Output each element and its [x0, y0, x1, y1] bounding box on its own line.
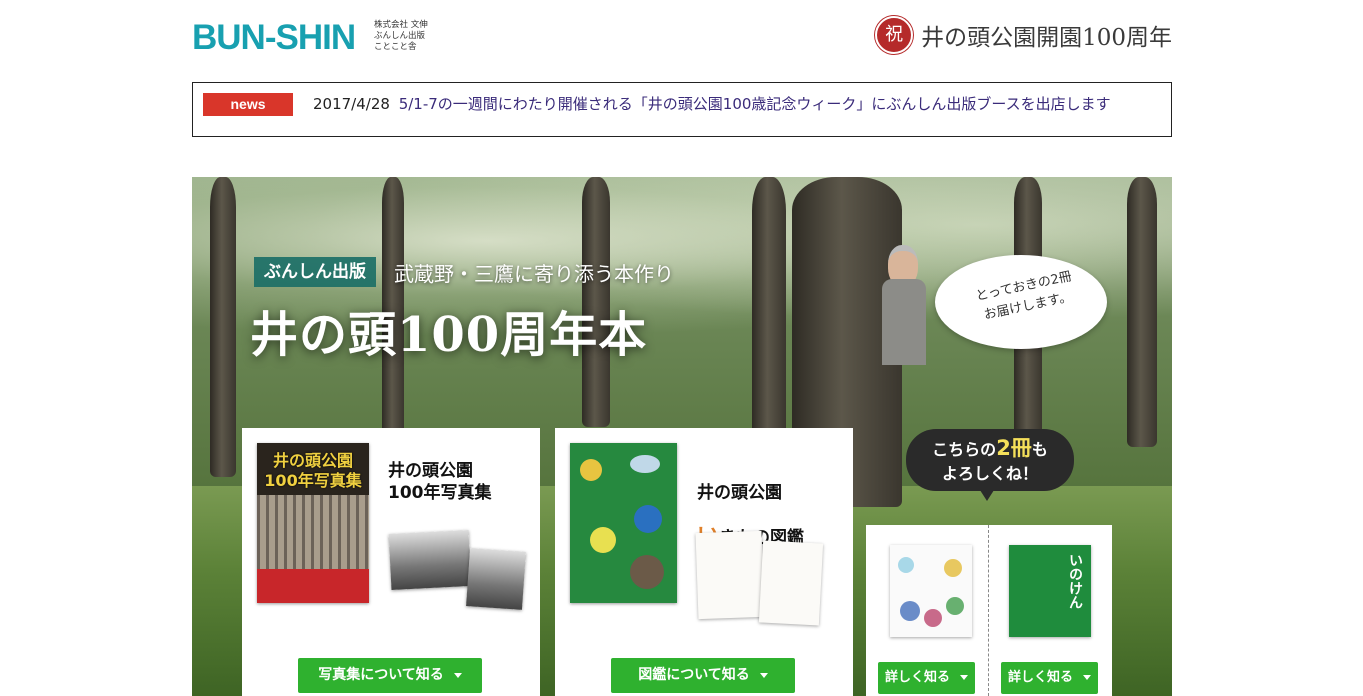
promo-bubble-text: こちらの2冊も よろしくね！ — [906, 436, 1074, 486]
caret-down-icon — [759, 672, 768, 678]
cover-illustration — [900, 601, 920, 621]
photo-book-cover[interactable]: 井の頭公園 100年写真集 — [257, 443, 369, 603]
sample-pages — [695, 530, 765, 620]
watercolor-book-details-button[interactable]: 詳しく知る — [878, 662, 975, 694]
site-logo[interactable]: BUN-SHIN — [192, 18, 356, 58]
news-badge: news — [203, 93, 293, 116]
photo-book-cover-title: 井の頭公園 100年写真集 — [264, 451, 362, 490]
cover-illustration — [944, 559, 962, 577]
promo-text-post: も — [1031, 440, 1048, 459]
details-button-label: 詳しく知る — [884, 670, 950, 685]
cover-illustration — [590, 527, 616, 553]
promo-bubble-tail — [978, 487, 996, 501]
watercolor-book-cover[interactable] — [890, 545, 972, 637]
caret-down-icon — [453, 672, 462, 678]
cover-illustration — [946, 597, 964, 615]
promo-text-line2: よろしくね！ — [941, 464, 1038, 483]
book-card-small: いのけん 詳しく知る 詳しく知る — [866, 525, 1112, 696]
sample-pages — [758, 540, 824, 626]
hero-title: 井の頭100周年本 — [250, 307, 648, 363]
hero-tagline: ぶんしん出版 武蔵野・三鷹に寄り添う本作り — [254, 257, 674, 287]
book-card-guide: 井の頭公園 いきもの図鑑 図鑑について知る — [555, 428, 853, 696]
sample-photo — [388, 529, 472, 591]
site-header: BUN-SHIN 株式会社 文伸 ぶんしん出版 ことこと舎 祝 井の頭公園開園1… — [192, 14, 1172, 64]
person-body — [882, 279, 926, 365]
cover-illustration — [580, 459, 602, 481]
cover-illustration — [630, 555, 664, 589]
inoken-book-cover[interactable]: いのけん — [1009, 545, 1091, 637]
cover-illustration — [634, 505, 662, 533]
photo-book-title: 井の頭公園 100年写真集 — [388, 461, 492, 503]
hero-banner: ぶんしん出版 武蔵野・三鷹に寄り添う本作り 井の頭100周年本 とっておきの2冊… — [192, 177, 1172, 696]
caret-down-icon — [960, 675, 968, 680]
news-date: 2017/4/28 — [313, 95, 390, 113]
photo-book-button[interactable]: 写真集について知る — [298, 658, 482, 693]
centennial-title: 井の頭公園開園100周年 — [921, 25, 1172, 51]
guide-book-button-label: 図鑑について知る — [638, 667, 750, 683]
publisher-badge: ぶんしん出版 — [254, 257, 376, 287]
speech-bubble-text: とっておきの2冊 お届けします。 — [974, 269, 1074, 323]
guide-book-cover[interactable] — [570, 443, 677, 603]
cover-photo — [257, 495, 369, 570]
tree-trunk — [1127, 177, 1157, 447]
news-link[interactable]: 5/1-7の一週間にわたり開催される「井の頭公園100歳記念ウィーク」にぶんしん… — [399, 95, 1111, 113]
inoken-book-details-button[interactable]: 詳しく知る — [1001, 662, 1098, 694]
person-figure — [882, 245, 926, 365]
promo-text-pre: こちらの — [932, 440, 997, 459]
celebration-seal-icon: 祝 — [875, 16, 914, 54]
sample-photo — [466, 548, 526, 610]
news-box: news 2017/4/28 5/1-7の一週間にわたり開催される「井の頭公園1… — [192, 82, 1172, 137]
dashed-divider — [988, 525, 989, 696]
caret-down-icon — [1083, 675, 1091, 680]
cover-illustration — [630, 455, 660, 473]
promo-bubble: こちらの2冊も よろしくね！ — [906, 429, 1074, 491]
speech-bubble: とっておきの2冊 お届けします。 — [935, 255, 1107, 349]
centennial-banner: 祝 井の頭公園開園100周年 — [875, 15, 1172, 55]
details-button-label: 詳しく知る — [1007, 670, 1073, 685]
book-card-photo: 井の頭公園 100年写真集 井の頭公園 100年写真集 写真集について知る — [242, 428, 540, 696]
company-names: 株式会社 文伸 ぶんしん出版 ことこと舎 — [374, 20, 428, 52]
guide-title-line1: 井の頭公園 — [697, 483, 782, 503]
cover-band — [257, 569, 369, 603]
news-item: 2017/4/28 5/1-7の一週間にわたり開催される「井の頭公園100歳記念… — [313, 94, 1111, 114]
guide-book-button[interactable]: 図鑑について知る — [611, 658, 795, 693]
tagline-text: 武蔵野・三鷹に寄り添う本作り — [394, 261, 674, 286]
cover-illustration — [924, 609, 942, 627]
inoken-cover-title: いのけん — [1067, 553, 1083, 609]
tree-trunk — [210, 177, 236, 477]
promo-text-highlight: 2冊 — [996, 436, 1032, 460]
cover-illustration — [898, 557, 914, 573]
photo-book-button-label: 写真集について知る — [318, 667, 444, 683]
